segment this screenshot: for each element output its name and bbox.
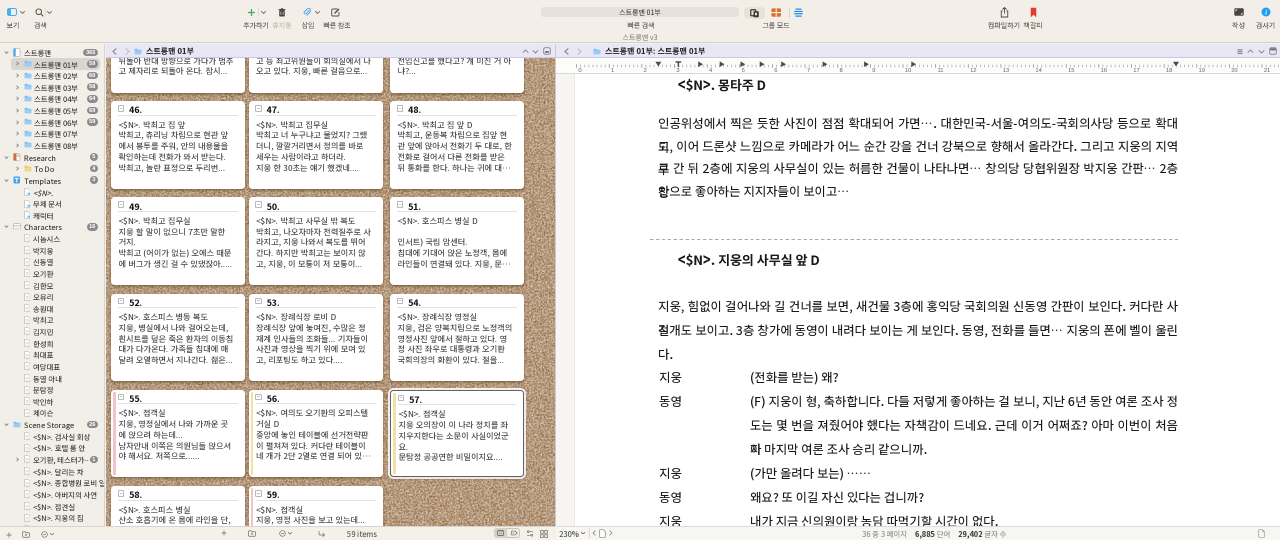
svg-text:1: 1 [611, 68, 614, 74]
svg-text:15: 15 [1068, 68, 1074, 74]
svg-text:14: 14 [1035, 68, 1042, 74]
svg-text:18: 18 [1166, 68, 1172, 74]
svg-text:7: 7 [807, 68, 810, 74]
svg-text:16: 16 [1101, 68, 1107, 74]
svg-text:12: 12 [970, 68, 976, 74]
svg-text:5: 5 [742, 68, 745, 74]
svg-text:20: 20 [1231, 68, 1237, 74]
svg-text:i: i [1265, 9, 1267, 16]
svg-text:6: 6 [774, 68, 777, 74]
svg-text:19: 19 [1199, 68, 1205, 74]
svg-text:8: 8 [840, 68, 843, 74]
svg-text:21: 21 [1264, 68, 1270, 74]
svg-text:13: 13 [1003, 68, 1009, 74]
svg-text:17: 17 [1133, 68, 1139, 74]
svg-text:2: 2 [644, 68, 647, 74]
svg-text:11: 11 [937, 68, 943, 74]
svg-text:0: 0 [578, 68, 581, 74]
svg-text:9: 9 [872, 68, 875, 74]
svg-text:10: 10 [905, 68, 911, 74]
